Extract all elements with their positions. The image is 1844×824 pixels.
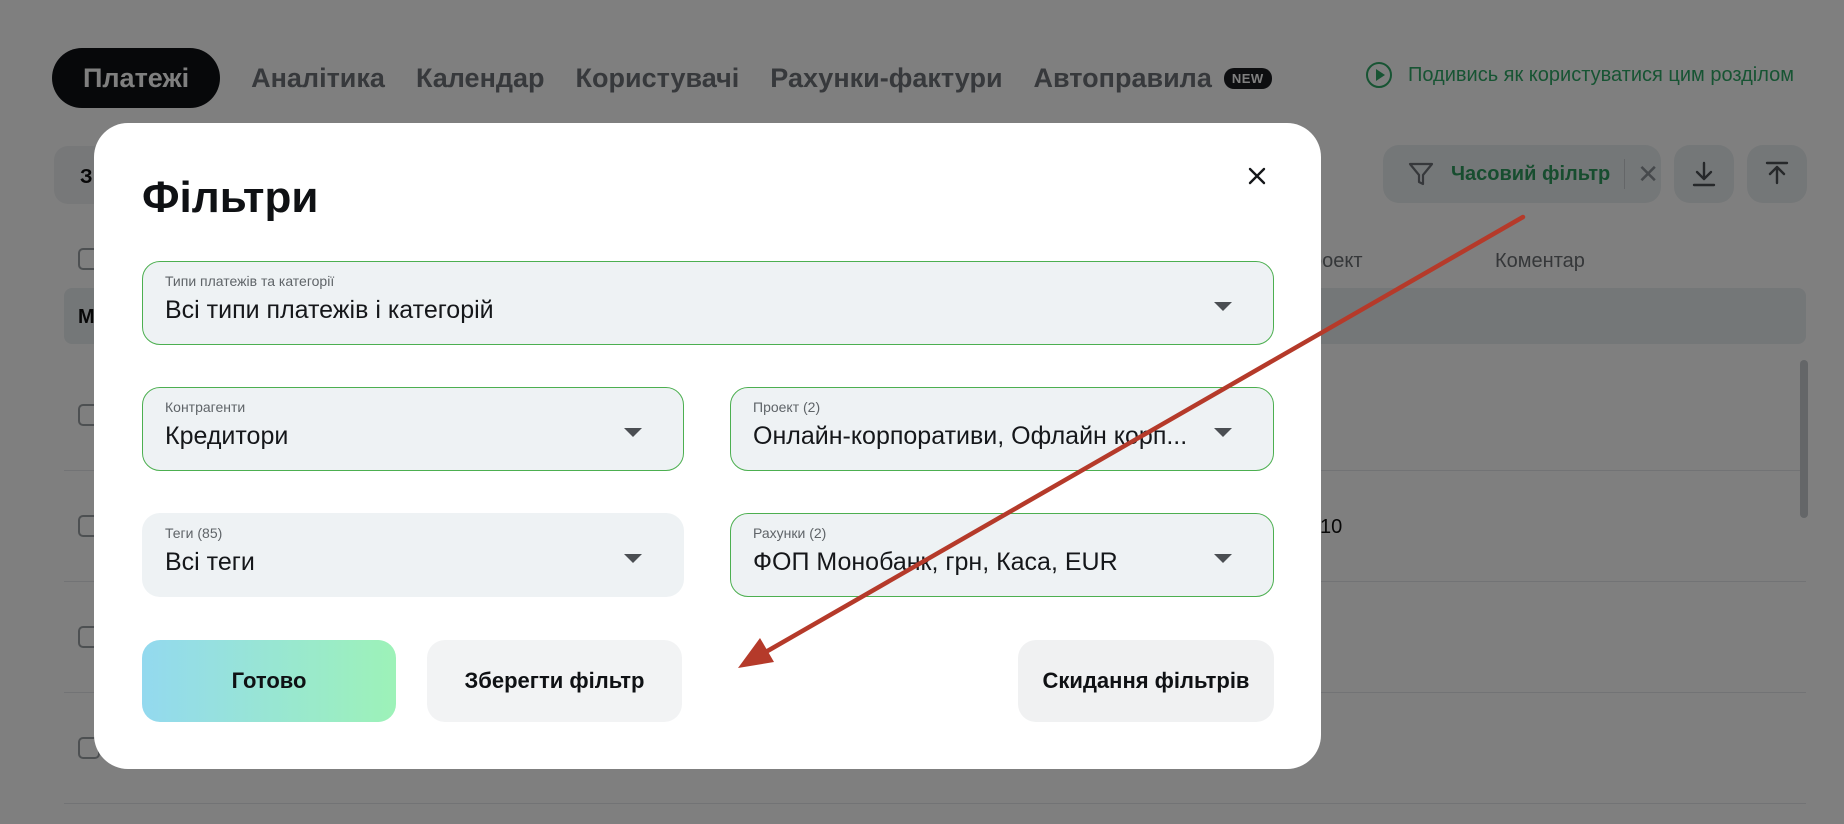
chevron-down-icon (1214, 428, 1232, 437)
reset-filters-button[interactable]: Скидання фільтрів (1018, 640, 1274, 722)
chevron-down-icon (624, 428, 642, 437)
field-value: Онлайн-корпоративи, Офлайн корп... (753, 422, 1188, 450)
modal-title: Фільтри (142, 173, 319, 222)
field-label: Теги (85) (165, 525, 223, 541)
field-value: Всі теги (165, 548, 255, 576)
save-filter-button[interactable]: Зберегти фільтр (427, 640, 682, 722)
close-icon[interactable] (1242, 161, 1272, 191)
field-value: ФОП Монобанк, грн, Каса, EUR (753, 548, 1118, 576)
field-label: Типи платежів та категорії (165, 273, 335, 289)
field-label: Рахунки (2) (753, 525, 827, 541)
filters-modal: Фільтри Типи платежів та категорії Всі т… (94, 123, 1321, 769)
tags-select[interactable]: Теги (85) Всі теги (142, 513, 684, 597)
field-label: Проект (2) (753, 399, 821, 415)
field-value: Кредитори (165, 422, 289, 450)
chevron-down-icon (1214, 302, 1232, 311)
chevron-down-icon (1214, 554, 1232, 563)
chevron-down-icon (624, 554, 642, 563)
payment-types-select[interactable]: Типи платежів та категорії Всі типи плат… (142, 261, 1274, 345)
ready-button[interactable]: Готово (142, 640, 396, 722)
field-value: Всі типи платежів і категорій (165, 296, 494, 324)
field-label: Контрагенти (165, 399, 246, 415)
accounts-select[interactable]: Рахунки (2) ФОП Монобанк, грн, Каса, EUR (730, 513, 1274, 597)
counterparties-select[interactable]: Контрагенти Кредитори (142, 387, 684, 471)
project-select[interactable]: Проект (2) Онлайн-корпоративи, Офлайн ко… (730, 387, 1274, 471)
